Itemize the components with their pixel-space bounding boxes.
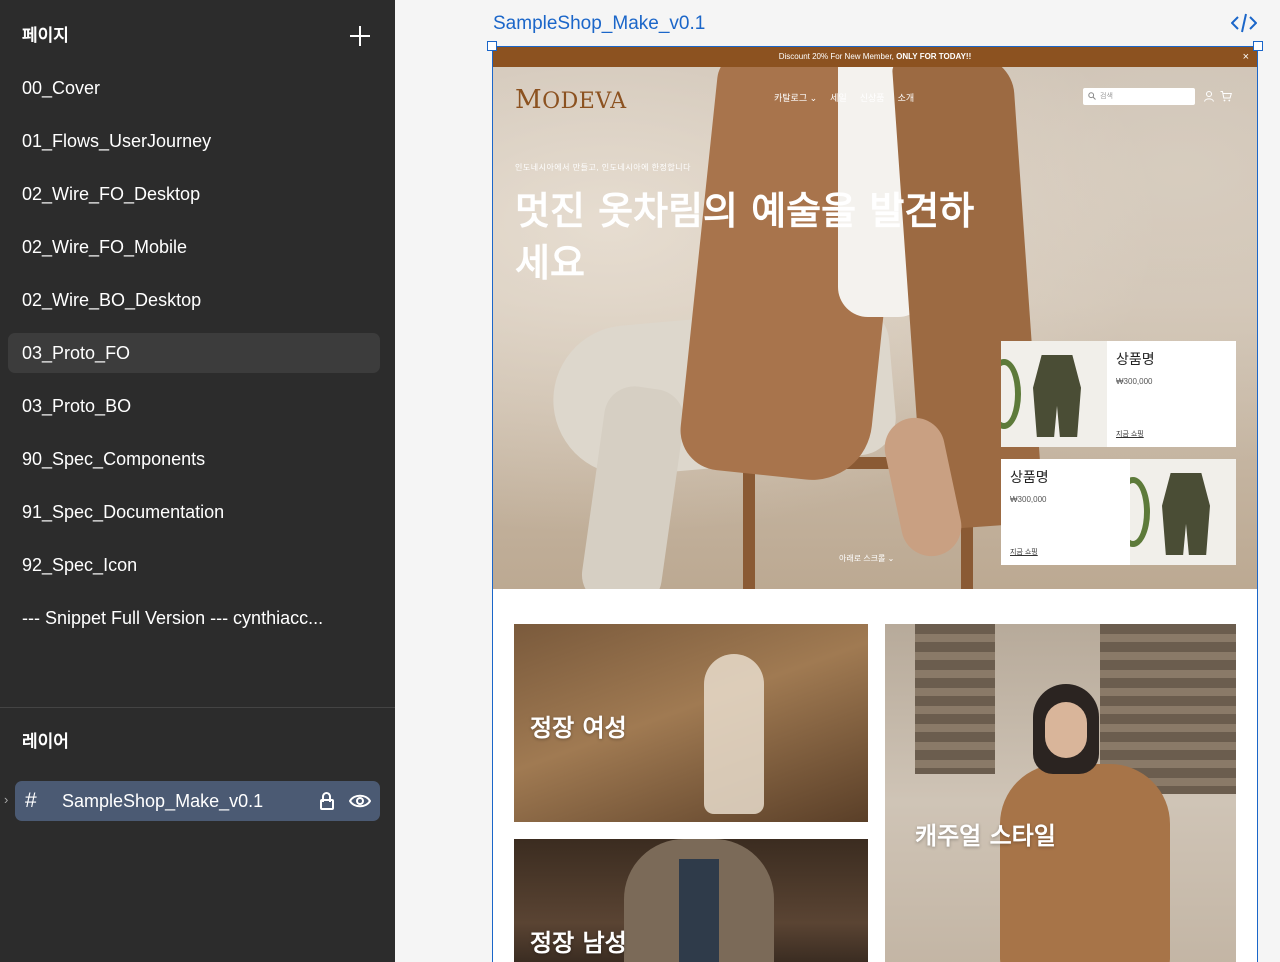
page-item[interactable]: --- Snippet Full Version --- cynthiacc..… — [8, 598, 380, 638]
resize-handle[interactable] — [1253, 41, 1263, 51]
dress-shape — [1162, 473, 1210, 555]
product-card[interactable]: 상품명 ₩300,000 지금 쇼핑 — [1001, 341, 1236, 447]
promo-text: Discount 20% For New Member, — [778, 52, 897, 61]
logo-initial: M — [515, 85, 543, 115]
product-image — [1130, 459, 1236, 565]
category-card-women-formal[interactable]: 정장 여성 — [514, 624, 868, 822]
page-item[interactable]: 92_Spec_Icon — [8, 545, 380, 585]
left-sidebar: 페이지 00_Cover 01_Flows_UserJourney 02_Wir… — [0, 0, 395, 962]
shop-now-link[interactable]: 지금 쇼핑 — [1010, 547, 1038, 557]
user-icon[interactable] — [1203, 90, 1215, 102]
hero-section: MODEVA 카탈로그 ⌄ 세일 신상품 소개 검색 인도네시아에서 만들고, … — [493, 67, 1257, 589]
page-item[interactable]: 91_Spec_Documentation — [8, 492, 380, 532]
search-input[interactable]: 검색 — [1083, 88, 1195, 105]
nav-catalog[interactable]: 카탈로그 ⌄ — [774, 91, 817, 104]
category-card-men-formal[interactable]: 정장 남성 — [514, 839, 868, 962]
wreath-shape — [1130, 477, 1150, 547]
add-page-icon[interactable] — [347, 23, 373, 49]
brand-logo[interactable]: MODEVA — [515, 85, 627, 115]
shop-now-link[interactable]: 지금 쇼핑 — [1116, 429, 1144, 439]
hero-title: 멋진 옷차림의 예술을 발견하세요 — [515, 189, 975, 285]
product-price: ₩300,000 — [1116, 377, 1153, 386]
cart-icon[interactable] — [1220, 90, 1232, 102]
expand-caret-icon[interactable]: › — [4, 792, 8, 807]
search-icon — [1088, 92, 1096, 100]
product-image — [1001, 341, 1107, 447]
promo-highlight: ONLY FOR TODAY!! — [896, 52, 972, 61]
pages-title: 페이지 — [22, 26, 69, 46]
scroll-hint[interactable]: 아래로 스크롤 ⌄ — [839, 553, 894, 564]
page-item[interactable]: 90_Spec_Components — [8, 439, 380, 479]
wreath-shape — [1001, 359, 1021, 429]
category-image-shape — [679, 859, 719, 962]
page-item[interactable]: 01_Flows_UserJourney — [8, 121, 380, 161]
page-item[interactable]: 03_Proto_BO — [8, 386, 380, 426]
code-icon[interactable] — [1231, 12, 1257, 34]
main-nav: 카탈로그 ⌄ 세일 신상품 소개 — [774, 91, 914, 104]
product-name: 상품명 — [1116, 351, 1155, 367]
eye-icon[interactable] — [349, 791, 371, 811]
category-label: 정장 여성 — [530, 714, 627, 742]
logo-rest: ODEVA — [542, 89, 627, 114]
page-item[interactable]: 02_Wire_BO_Desktop — [8, 280, 380, 320]
category-image-shape — [704, 654, 764, 814]
design-frame[interactable]: Discount 20% For New Member, ONLY FOR TO… — [492, 46, 1258, 962]
search-placeholder: 검색 — [1100, 93, 1113, 100]
product-name: 상품명 — [1010, 469, 1049, 485]
layer-name: SampleShop_Make_v0.1 — [62, 791, 264, 811]
frame-icon: # — [25, 789, 37, 812]
nav-sale[interactable]: 세일 — [830, 91, 847, 104]
category-image-shape — [1000, 764, 1170, 962]
resize-handle[interactable] — [487, 41, 497, 51]
category-label: 캐주얼 스타일 — [915, 822, 1056, 850]
page-item-active[interactable]: 03_Proto_FO — [8, 333, 380, 373]
nav-about[interactable]: 소개 — [898, 91, 915, 104]
category-image-shape — [1045, 702, 1087, 758]
layer-row-frame[interactable]: # SampleShop_Make_v0.1 — [15, 781, 380, 821]
hero-subtitle: 인도네시아에서 만들고, 인도네시아에 한정합니다 — [515, 163, 691, 172]
page-item[interactable]: 02_Wire_FO_Mobile — [8, 227, 380, 267]
promo-bar: Discount 20% For New Member, ONLY FOR TO… — [493, 47, 1257, 67]
product-price: ₩300,000 — [1010, 495, 1047, 504]
page-item[interactable]: 00_Cover — [8, 68, 380, 108]
category-card-casual[interactable]: 캐주얼 스타일 — [885, 624, 1236, 962]
frame-label[interactable]: SampleShop_Make_v0.1 — [493, 10, 705, 38]
lock-icon[interactable] — [319, 791, 335, 811]
category-label: 정장 남성 — [530, 929, 627, 957]
category-image-shape — [915, 624, 995, 774]
sidebar-divider — [0, 707, 395, 708]
pages-header: 페이지 — [22, 22, 375, 50]
close-icon[interactable]: × — [1243, 47, 1249, 67]
page-list: 00_Cover 01_Flows_UserJourney 02_Wire_FO… — [8, 68, 380, 651]
layers-title: 레이어 — [22, 732, 69, 752]
dress-shape — [1033, 355, 1081, 437]
product-card[interactable]: 상품명 ₩300,000 지금 쇼핑 — [1001, 459, 1236, 565]
page-item[interactable]: 02_Wire_FO_Desktop — [8, 174, 380, 214]
nav-new[interactable]: 신상품 — [860, 91, 885, 104]
